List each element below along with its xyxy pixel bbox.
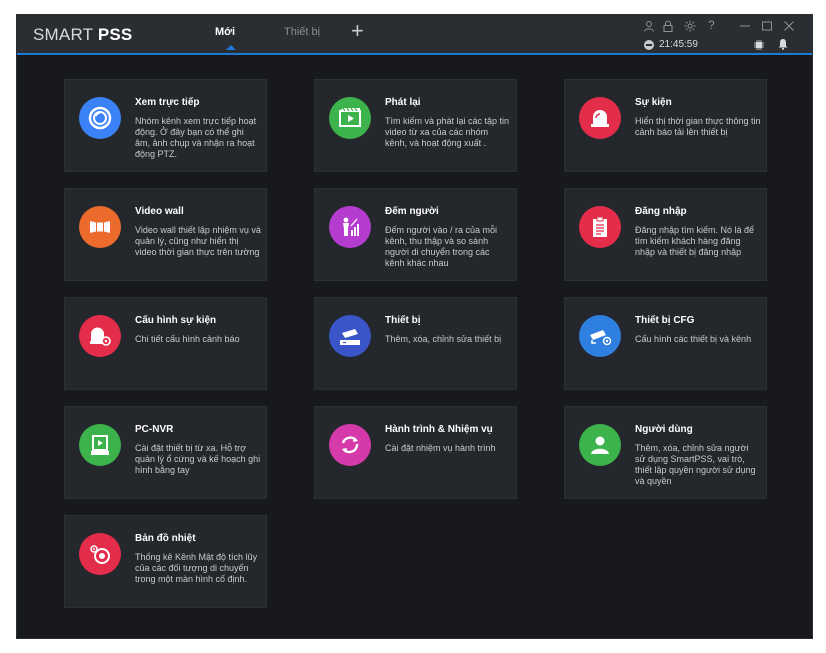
user-account-icon[interactable] [643, 20, 655, 32]
card-description: Đăng nhập tìm kiếm. Nó là để tìm kiếm kh… [635, 225, 755, 257]
tour-task-icon [329, 424, 371, 466]
add-tab-button[interactable]: + [351, 18, 364, 44]
card-title: Phát lại [385, 97, 421, 108]
people-count-icon [329, 206, 371, 248]
live-view-icon [79, 97, 121, 139]
tab-new[interactable]: Mới [215, 26, 235, 38]
minimize-icon[interactable] [739, 20, 751, 32]
card-description: Cấu hình các thiết bị và kênh [635, 334, 752, 344]
title-bar: SMART PSS Mới Thiết bị + ? 21:45:59 [17, 15, 812, 55]
card-title: Hành trình & Nhiệm vụ [385, 424, 493, 435]
event-alarm-icon [579, 97, 621, 139]
card-title: PC-NVR [135, 424, 174, 435]
tab-devices[interactable]: Thiết bị [284, 26, 320, 38]
logo-text-bold: PSS [97, 25, 133, 44]
pc-nvr-icon [79, 424, 121, 466]
event-config-icon [79, 315, 121, 357]
card-live-view[interactable]: Xem trực tiếp Nhóm kênh xem trực tiếp ho… [64, 79, 267, 172]
card-description: Hiển thị thời gian thực thông tin cảnh b… [635, 116, 761, 137]
card-people-count[interactable]: Đếm người Đếm người vào / ra của mỗi kên… [314, 188, 517, 281]
user-icon [579, 424, 621, 466]
card-event[interactable]: Sự kiện Hiển thị thời gian thực thông ti… [564, 79, 767, 172]
clock-time: 21:45:59 [659, 39, 698, 50]
card-title: Đếm người [385, 206, 439, 217]
card-description: Thống kê Kênh Mật độ tích lũy của các đố… [135, 552, 258, 584]
bell-notification-icon[interactable] [777, 38, 789, 50]
card-description: Cài đặt nhiệm vụ hành trình [385, 443, 496, 453]
clock-status-icon [644, 39, 654, 50]
card-playback[interactable]: Phát lại Tìm kiếm và phát lại các tập ti… [314, 79, 517, 172]
card-event-config[interactable]: Cấu hình sự kiện Chi tiết cấu hình cảnh … [64, 297, 267, 390]
card-title: Bản đồ nhiệt [135, 533, 196, 544]
card-title: Video wall [135, 206, 184, 217]
card-tour-task[interactable]: Hành trình & Nhiệm vụ Cài đặt nhiệm vụ h… [314, 406, 517, 499]
card-device-config[interactable]: Thiết bị CFG Cấu hình các thiết bị và kê… [564, 297, 767, 390]
close-icon[interactable] [783, 20, 795, 32]
card-description: Video wall thiết lập nhiệm vụ và quản lý… [135, 225, 261, 257]
card-description: Chi tiết cấu hình cảnh báo [135, 334, 240, 344]
card-description: Nhóm kênh xem trực tiếp hoạt động. Ở đây… [135, 116, 257, 159]
lock-icon[interactable] [662, 20, 674, 32]
heat-map-icon [79, 533, 121, 575]
card-title: Sự kiện [635, 97, 672, 108]
active-tab-indicator [226, 45, 236, 50]
help-icon[interactable]: ? [708, 19, 715, 31]
app-window: SMART PSS Mới Thiết bị + ? 21:45:59 Xem … [16, 14, 813, 639]
clipboard-icon [579, 206, 621, 248]
card-description: Cài đặt thiết bị từ xa. Hỗ trợ quản lý ổ… [135, 443, 261, 475]
card-user[interactable]: Người dùng Thêm, xóa, chỉnh sửa người sử… [564, 406, 767, 499]
device-icon [329, 315, 371, 357]
card-title: Cấu hình sự kiện [135, 315, 217, 326]
maximize-icon[interactable] [761, 20, 773, 32]
card-description: Tìm kiếm và phát lại các tập tin video t… [385, 116, 510, 148]
video-wall-icon [79, 206, 121, 248]
app-logo: SMART PSS [33, 25, 132, 45]
cpu-monitor-icon[interactable] [753, 39, 765, 51]
card-title: Thiết bị [385, 315, 421, 326]
playback-icon [329, 97, 371, 139]
card-description: Thêm, xóa, chỉnh sửa người sử dụng Smart… [635, 443, 756, 486]
card-title: Thiết bị CFG [635, 315, 695, 326]
device-config-icon [579, 315, 621, 357]
card-pc-nvr[interactable]: PC-NVR Cài đặt thiết bị từ xa. Hỗ trợ qu… [64, 406, 267, 499]
card-description: Thêm, xóa, chỉnh sửa thiết bị [385, 334, 502, 344]
card-video-wall[interactable]: Video wall Video wall thiết lập nhiệm vụ… [64, 188, 267, 281]
logo-text: SMART [33, 25, 98, 44]
card-title: Xem trực tiếp [135, 97, 200, 108]
card-device[interactable]: Thiết bị Thêm, xóa, chỉnh sửa thiết bị [314, 297, 517, 390]
settings-gear-icon[interactable] [684, 20, 696, 32]
card-description: Đếm người vào / ra của mỗi kênh, thu thậ… [385, 225, 497, 268]
clock-display: 21:45:59 [644, 39, 698, 50]
card-heat-map[interactable]: Bản đồ nhiệt Thống kê Kênh Mật độ tích l… [64, 515, 267, 608]
card-login[interactable]: Đăng nhập Đăng nhập tìm kiếm. Nó là để t… [564, 188, 767, 281]
card-title: Người dùng [635, 424, 693, 435]
card-title: Đăng nhập [635, 206, 687, 217]
